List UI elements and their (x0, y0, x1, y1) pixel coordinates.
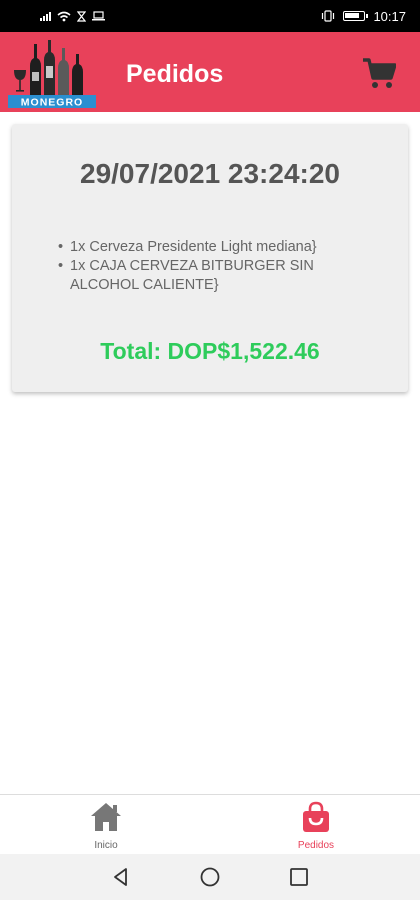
home-circle-icon[interactable] (199, 866, 221, 888)
cart-button[interactable] (362, 56, 397, 90)
logo-text: MONEGRO (21, 97, 83, 109)
order-item: 1x Cerveza Presidente Light mediana} (58, 238, 378, 257)
home-icon (91, 803, 121, 831)
order-date: 29/07/2021 23:24:20 (80, 158, 340, 189)
status-right-icons: 10:17 (321, 9, 406, 24)
status-bar: 10:17 (0, 0, 420, 32)
monegro-logo: MONEGRO (8, 40, 96, 109)
shopping-bag-icon (303, 801, 329, 832)
page-title: Pedidos (126, 60, 224, 88)
battery-fill (345, 13, 360, 18)
back-icon[interactable] (110, 866, 132, 888)
nav-item-inicio[interactable]: Inicio (66, 801, 146, 851)
order-items-list: 1x Cerveza Presidente Light mediana} 1x … (58, 238, 378, 295)
vibrate-icon (322, 10, 335, 22)
app-bar: MONEGRO Pedidos (0, 32, 420, 112)
system-nav-bar (0, 854, 420, 900)
order-card[interactable]: 29/07/2021 23:24:20 1x Cerveza President… (12, 124, 408, 392)
signal-icon (40, 11, 51, 21)
recents-icon[interactable] (288, 866, 310, 888)
nav-label-inicio: Inicio (94, 840, 118, 851)
nav-item-pedidos[interactable]: Pedidos (276, 801, 356, 851)
wifi-icon (57, 11, 71, 21)
shopping-cart-icon (363, 58, 397, 88)
bottom-nav: Inicio Pedidos (0, 794, 420, 854)
laptop-icon (92, 11, 105, 21)
status-left-icons (40, 10, 105, 22)
order-item: 1x CAJA CERVEZA BITBURGER SIN ALCOHOL CA… (58, 257, 378, 295)
nav-label-pedidos: Pedidos (297, 840, 335, 851)
status-time: 10:17 (373, 8, 406, 24)
hourglass-icon (77, 10, 86, 22)
battery-icon (343, 11, 369, 21)
order-total: Total: DOP$1,522.46 (100, 338, 320, 364)
